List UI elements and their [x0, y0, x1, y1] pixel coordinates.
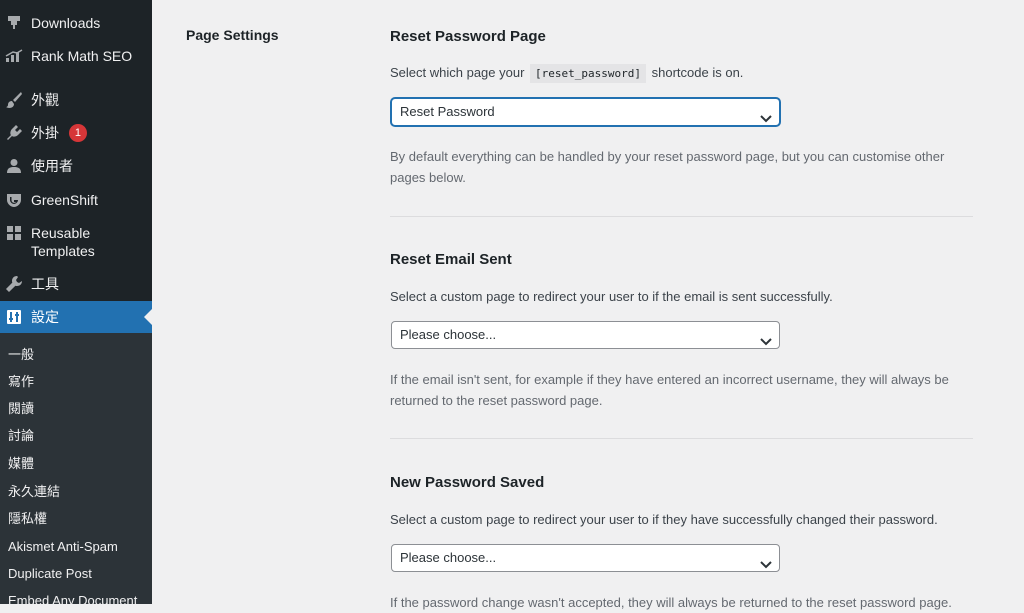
menu-item-label: 外觀	[31, 92, 59, 108]
menu-item-label: 外掛	[31, 125, 59, 141]
menu-item-users[interactable]: 使用者	[0, 157, 152, 175]
help-text-new-password-saved: If the password change wasn't accepted, …	[390, 595, 952, 610]
reset-password-page-select[interactable]: Reset Password	[391, 98, 780, 126]
submenu-item-general[interactable]: 一般	[8, 347, 34, 363]
select-value: Reset Password	[400, 104, 495, 119]
rank-math-icon	[5, 47, 23, 65]
menu-item-label: 工具	[31, 276, 59, 292]
section-divider	[390, 216, 973, 217]
plugin-icon	[5, 124, 23, 142]
menu-item-label: GreenShift	[31, 192, 98, 208]
menu-item-greenshift[interactable]: GreenShift	[0, 191, 152, 209]
download-icon	[5, 14, 23, 32]
submenu-item-reading[interactable]: 閱讀	[8, 401, 34, 417]
section-title-new-password-saved: New Password Saved	[390, 474, 545, 491]
new-password-saved-select[interactable]: Please choose...	[391, 544, 780, 572]
update-count-badge: 1	[68, 124, 87, 142]
section-desc-reset-email-sent: Select a custom page to redirect your us…	[390, 289, 833, 304]
menu-item-label: Reusable Templates	[31, 225, 95, 259]
submenu-item-akismet[interactable]: Akismet Anti-Spam	[8, 539, 118, 555]
submenu-item-privacy[interactable]: 隱私權	[8, 511, 47, 527]
submenu-item-writing[interactable]: 寫作	[8, 374, 34, 390]
menu-item-label: Downloads	[31, 15, 101, 31]
help-text-reset-password-page: By default everything can be handled by …	[390, 149, 945, 185]
greenshift-icon	[5, 191, 23, 209]
menu-item-label: 設定	[31, 309, 59, 325]
section-desc-new-password-saved: Select a custom page to redirect your us…	[390, 512, 938, 527]
section-title-reset-password-page: Reset Password Page	[390, 28, 546, 45]
submenu-item-permalinks[interactable]: 永久連結	[8, 484, 60, 500]
menu-item-settings[interactable]: 設定	[0, 301, 152, 333]
shortcode-tag: [reset_password]	[530, 64, 647, 83]
wrench-icon	[5, 275, 23, 293]
menu-item-downloads[interactable]: Downloads	[0, 14, 152, 32]
submenu-item-duplicate-post[interactable]: Duplicate Post	[8, 566, 92, 582]
desc-text-after: shortcode is on.	[651, 65, 744, 80]
settings-submenu: 一般 寫作 閱讀 討論 媒體 永久連結 隱私權 Akismet Anti-Spa…	[0, 333, 152, 604]
section-divider	[390, 438, 973, 439]
menu-item-rank-math-seo[interactable]: Rank Math SEO	[0, 47, 152, 65]
paintbrush-icon	[5, 91, 23, 109]
menu-item-label: Rank Math SEO	[31, 48, 133, 64]
section-title-reset-email-sent: Reset Email Sent	[390, 251, 512, 268]
select-value: Please choose...	[400, 327, 497, 342]
grid-icon	[5, 224, 23, 242]
help-text-reset-email-sent: If the email isn't sent, for example if …	[390, 372, 949, 408]
submenu-item-discussion[interactable]: 討論	[8, 428, 34, 444]
menu-item-tools[interactable]: 工具	[0, 275, 152, 293]
chevron-down-icon	[760, 330, 772, 346]
desc-text-before: Select which page your	[390, 65, 525, 80]
reset-email-sent-select[interactable]: Please choose...	[391, 321, 780, 349]
section-desc-reset-password-page: Select which page your [reset_password] …	[390, 64, 743, 83]
settings-icon	[5, 308, 23, 326]
menu-item-reusable-templates[interactable]: Reusable Templates	[0, 224, 152, 260]
menu-item-plugins[interactable]: 外掛 1	[0, 124, 152, 142]
submenu-item-media[interactable]: 媒體	[8, 456, 34, 472]
menu-item-appearance[interactable]: 外觀	[0, 91, 152, 109]
admin-sidebar: Downloads Rank Math SEO 外觀 外掛 1 使用者 Gree…	[0, 0, 152, 604]
select-value: Please choose...	[400, 550, 497, 565]
page-settings-heading: Page Settings	[186, 27, 279, 43]
chevron-down-icon	[760, 553, 772, 569]
chevron-down-icon	[760, 107, 772, 123]
user-icon	[5, 157, 23, 175]
submenu-item-embed-any-document[interactable]: Embed Any Document	[8, 593, 137, 604]
menu-item-label: 使用者	[31, 158, 73, 174]
